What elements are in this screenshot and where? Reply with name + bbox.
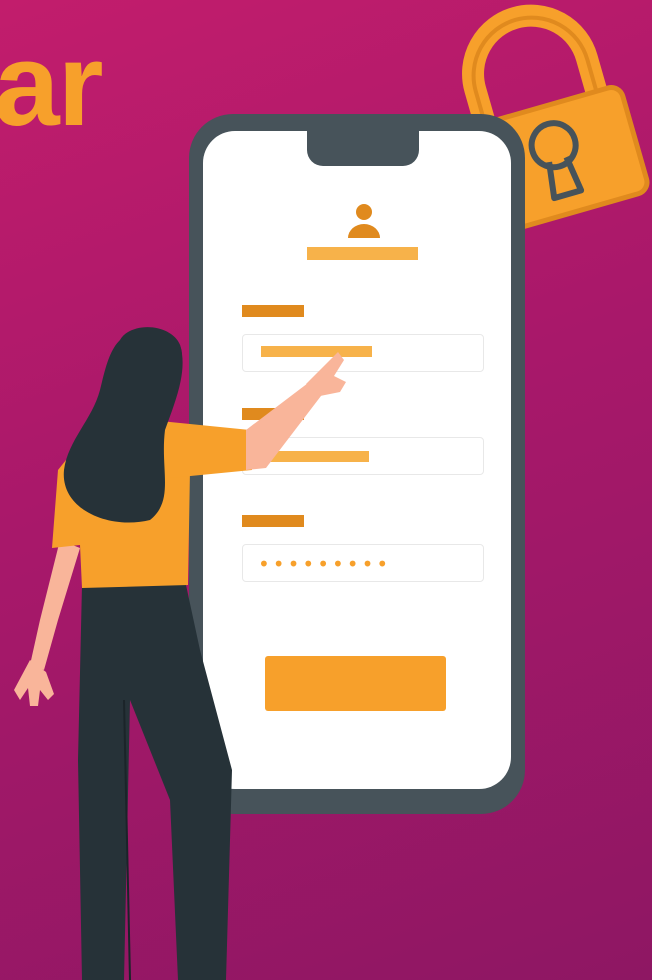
page-root: { "headline": { "text": "ar" }, "login_f… [0, 0, 652, 980]
woman-illustration [14, 327, 346, 980]
